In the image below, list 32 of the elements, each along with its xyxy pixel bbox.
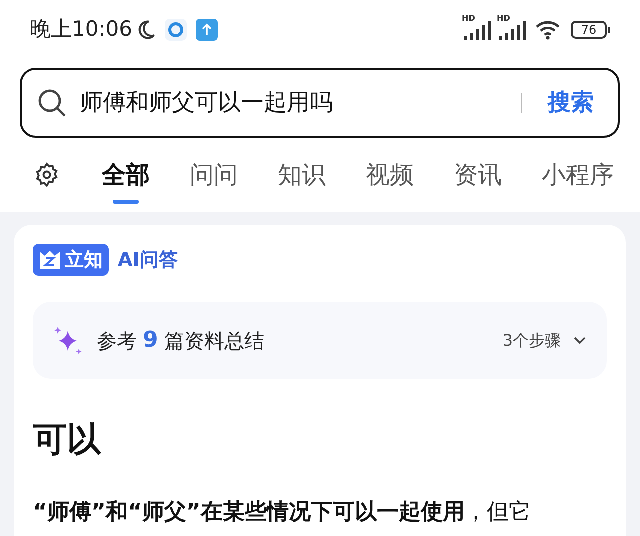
tab[interactable]: 全部 (82, 145, 170, 205)
search-field[interactable]: 师傅和师父可以一起用吗 搜索 (20, 68, 620, 138)
tab[interactable]: 知识 (258, 145, 346, 205)
chevron-down-icon[interactable] (573, 336, 587, 346)
status-time: 晚上10:06 (30, 16, 133, 44)
signal-icon (497, 19, 527, 41)
search-button[interactable]: 搜索 (548, 86, 594, 120)
wifi-icon (535, 20, 561, 40)
upload-icon (196, 19, 218, 41)
settings-icon[interactable] (34, 162, 60, 188)
summary-bar[interactable]: 参考 9 篇资料总结 3个步骤 (33, 302, 607, 379)
summary-text: 篇资料总结 (164, 328, 264, 354)
tab[interactable]: 视频 (346, 145, 434, 205)
crown-icon (39, 250, 61, 270)
search-icon (36, 87, 68, 119)
brand-label: AI问答 (118, 248, 178, 273)
network-label: HD (497, 15, 510, 23)
battery-icon: 76 (571, 21, 610, 39)
tab[interactable]: 资讯 (434, 145, 522, 205)
summary-count: 9 (143, 327, 158, 355)
tab-indicator (113, 200, 139, 204)
tab[interactable]: 问问 (170, 145, 258, 205)
signal-icon (462, 19, 492, 41)
brand-badge: 立知 (33, 244, 109, 276)
summary-text: 参考 (97, 328, 137, 354)
steps-label: 3个步骤 (502, 330, 561, 352)
sparkle-icon (53, 326, 83, 356)
answer-paragraph: “师傅”和“师父”在某些情况下可以一起使用，但它 (33, 499, 532, 527)
answer-heading: 可以 (33, 419, 102, 462)
network-label: HD (462, 15, 476, 23)
app-icon (164, 19, 187, 41)
tab[interactable]: 小程序 (522, 145, 634, 205)
